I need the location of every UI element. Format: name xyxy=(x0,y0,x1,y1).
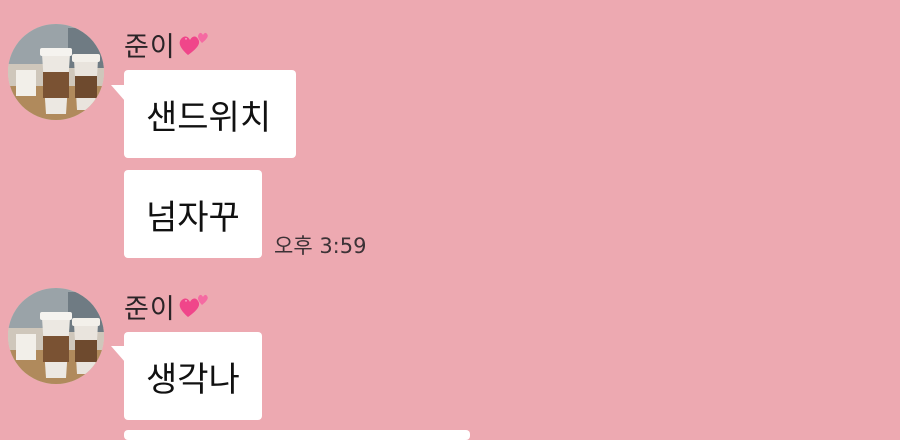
message-bubble-partial[interactable] xyxy=(124,430,470,440)
sender-avatar[interactable] xyxy=(8,24,104,120)
sender-avatar[interactable] xyxy=(8,288,104,384)
bubble-tail xyxy=(111,85,125,101)
message-bubble[interactable]: 생각나 xyxy=(124,332,262,420)
message-text: 넘자꾸 xyxy=(146,197,240,238)
message-group: 준이 샌드위치 넘자꾸 오후 3:59 xyxy=(0,0,900,270)
coffee-cups-photo-icon xyxy=(8,24,104,120)
message-bubble[interactable]: 넘자꾸 xyxy=(124,170,262,258)
sender-name: 준이 xyxy=(124,24,210,64)
two-hearts-icon xyxy=(178,29,210,59)
message-text: 생각나 xyxy=(146,359,240,400)
sender-name: 준이 xyxy=(124,286,210,326)
bubble-tail xyxy=(111,346,125,362)
two-hearts-icon xyxy=(178,291,210,321)
message-text: 샌드위치 xyxy=(146,97,272,138)
sender-name-text: 준이 xyxy=(124,293,176,325)
message-time: 오후 3:59 xyxy=(274,234,367,258)
coffee-cups-photo-icon xyxy=(8,288,104,384)
message-group: 준이 생각나 xyxy=(0,284,900,440)
sender-name-text: 준이 xyxy=(124,31,176,63)
message-bubble[interactable]: 샌드위치 xyxy=(124,70,296,158)
